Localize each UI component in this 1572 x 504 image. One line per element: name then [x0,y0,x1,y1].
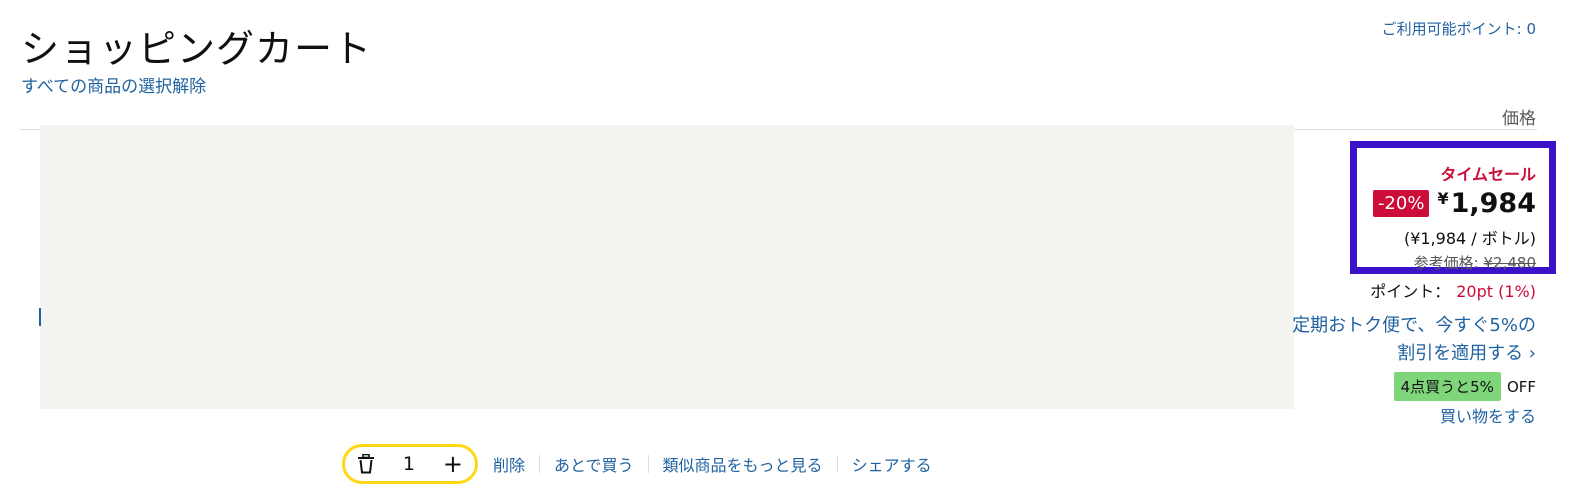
product-details-placeholder [40,125,1294,409]
price-column-header: 価格 [1502,109,1536,129]
points-row: ポイント： 20pt (1%) [1370,278,1536,302]
bulk-discount-row: 4点買うと5% OFF [1393,372,1536,401]
quantity-value: 1 [402,453,415,475]
bulk-discount-badge: 4点買うと5% [1393,372,1501,401]
time-sale-label: タイムセール [1440,165,1536,184]
price-row: -20% ¥1,984 [1372,188,1536,219]
shop-link[interactable]: 買い物をする [1440,403,1536,427]
list-price-label: 参考価格: [1413,254,1479,272]
action-separator [647,455,649,473]
see-similar-link[interactable]: 類似商品をもっと見る [663,452,823,476]
delete-link[interactable]: 削除 [493,452,525,476]
points-label: ポイント： [1370,282,1451,301]
available-points-link[interactable]: ご利用可能ポイント: 0 [1382,18,1536,39]
subscribe-save-link[interactable]: 定期おトク便で、今すぐ5%の割引を適用する › [1286,312,1536,368]
price-value: 1,984 [1450,188,1536,219]
plus-icon[interactable]: + [443,452,463,476]
item-actions: 削除 あとで買う 類似商品をもっと見る シェアする [493,452,932,476]
discount-badge: -20% [1372,190,1430,217]
list-price: 参考価格: ¥2,480 [1414,252,1536,273]
bulk-discount-suffix: OFF [1506,377,1536,396]
action-separator [836,455,838,473]
currency-symbol: ¥ [1437,189,1449,208]
item-edge-marker [39,308,41,326]
list-price-value: ¥2,480 [1483,254,1537,272]
item-price: ¥1,984 [1437,188,1536,219]
quantity-stepper: 1 + [342,444,478,484]
points-value: 20pt (1%) [1456,282,1536,301]
page-title: ショッピングカート [21,27,373,71]
trash-icon[interactable] [357,454,375,474]
deselect-all-link[interactable]: すべての商品の選択解除 [21,72,206,97]
action-separator [539,455,541,473]
share-link[interactable]: シェアする [852,452,932,476]
save-for-later-link[interactable]: あとで買う [554,452,634,476]
unit-price: (¥1,984 / ボトル) [1403,229,1536,248]
